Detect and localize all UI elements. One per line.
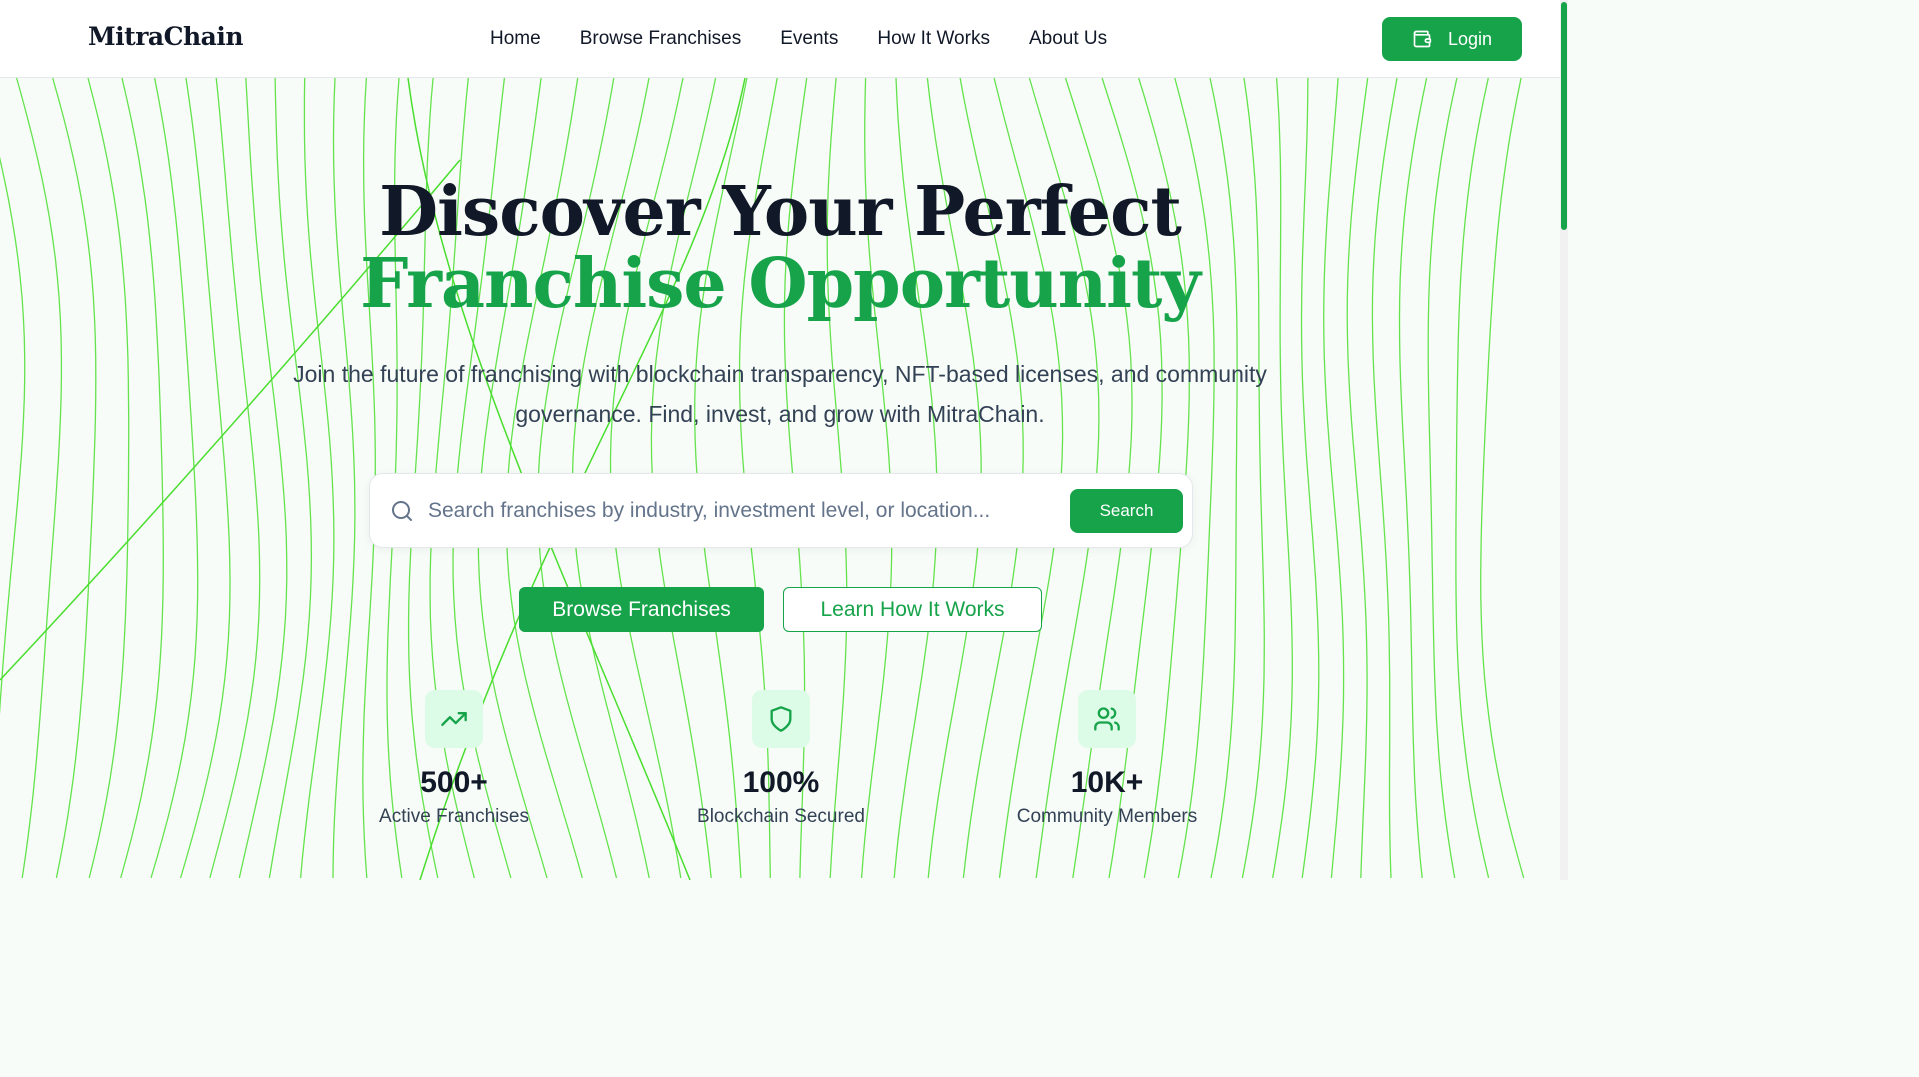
login-label: Login <box>1447 28 1493 49</box>
stat-icon-container <box>752 690 810 748</box>
search-button[interactable]: Search <box>1070 489 1183 533</box>
stat-blockchain-secured: 100% Blockchain Secured <box>651 690 911 828</box>
brand-logo[interactable]: MitraChain <box>88 22 244 51</box>
learn-how-it-works-button[interactable]: Learn How It Works <box>783 587 1042 632</box>
search-icon <box>392 501 412 521</box>
stat-community-members: 10K+ Community Members <box>977 690 1237 828</box>
scrollbar[interactable] <box>1560 0 1568 880</box>
stat-value: 10K+ <box>1070 766 1144 799</box>
nav-events[interactable]: Events <box>780 28 838 52</box>
stat-value: 500+ <box>420 766 488 799</box>
top-navbar: MitraChain Home Browse Franchises Events… <box>0 0 1560 78</box>
users-icon <box>1094 707 1120 731</box>
hero-subtitle: Join the future of franchising with bloc… <box>293 361 1267 427</box>
search-bar: Search <box>369 473 1193 548</box>
stat-icon-container <box>1078 690 1136 748</box>
trending-up-icon <box>441 712 467 726</box>
stat-label: Community Members <box>1016 806 1198 827</box>
main-nav: Home Browse Franchises Events How It Wor… <box>490 28 1146 52</box>
stat-value: 100% <box>742 766 820 799</box>
nav-how-it-works[interactable]: How It Works <box>877 28 990 52</box>
nav-home[interactable]: Home <box>490 28 541 52</box>
stat-active-franchises: 500+ Active Franchises <box>324 690 584 828</box>
hero-title-line1: Discover Your Perfect <box>379 172 1182 252</box>
search-input[interactable] <box>426 492 1066 530</box>
shield-icon <box>770 706 792 732</box>
hero-title-line2: Franchise Opportunity <box>360 244 1201 324</box>
scrollbar-thumb[interactable] <box>1561 2 1567 230</box>
stat-label: Blockchain Secured <box>697 806 865 827</box>
stat-label: Active Franchises <box>379 806 529 827</box>
nav-about-us[interactable]: About Us <box>1029 28 1107 52</box>
stat-icon-container <box>425 690 483 748</box>
page: MitraChain Home Browse Franchises Events… <box>0 0 1568 880</box>
nav-browse-franchises[interactable]: Browse Franchises <box>580 28 742 52</box>
wallet-icon <box>1413 30 1432 48</box>
browse-franchises-button[interactable]: Browse Franchises <box>519 587 764 632</box>
login-button[interactable]: Login <box>1382 17 1522 61</box>
